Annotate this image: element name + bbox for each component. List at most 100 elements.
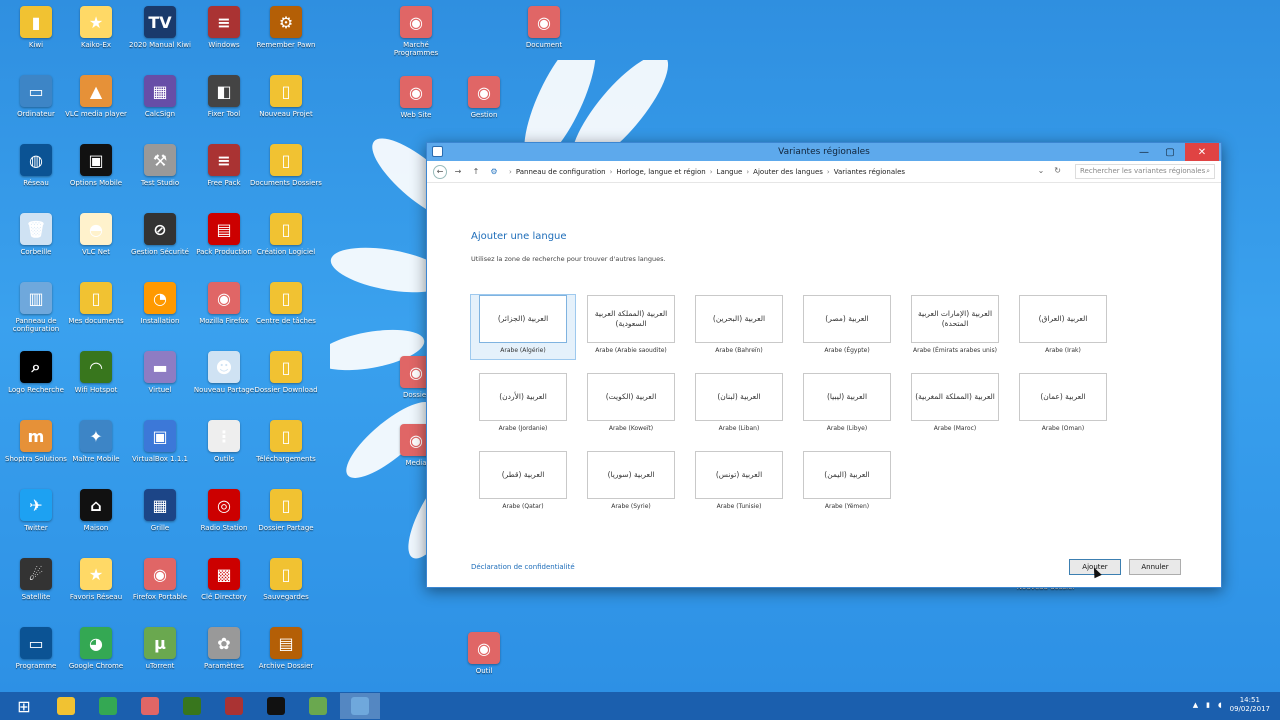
firefox-file-icon: ◉ — [400, 6, 432, 38]
desktop-icon[interactable]: ⚙ Remember Pawn — [250, 6, 322, 72]
desktop-icon-label: Web Site — [400, 111, 432, 119]
volume-icon[interactable]: ◖ — [1218, 701, 1222, 709]
desktop-icon[interactable]: ▯ Dossier Partage — [250, 489, 322, 555]
taskbar-app[interactable] — [298, 693, 338, 719]
desktop-app-icon: ⚒ — [144, 144, 176, 176]
maximize-button[interactable]: ▢ — [1157, 143, 1183, 161]
desktop-icon-label: Centre de tâches — [256, 317, 316, 325]
desktop-icon[interactable]: ◕ Google Chrome — [60, 627, 132, 693]
language-tile[interactable]: العربية (اليمن) Arabe (Yémen) — [795, 451, 899, 515]
desktop-icon[interactable]: ▣ VirtualBox 1.1.1 — [124, 420, 196, 486]
desktop-icon[interactable]: ◉ Marché Programmes — [380, 6, 452, 72]
language-tile[interactable]: العربية (البحرين) Arabe (Bahreïn) — [687, 295, 791, 359]
refresh-icon[interactable]: ↻ — [1054, 166, 1061, 175]
privacy-link[interactable]: Déclaration de confidentialité — [471, 563, 575, 571]
desktop-icon[interactable]: µ uTorrent — [124, 627, 196, 693]
close-button[interactable]: ✕ — [1185, 143, 1219, 161]
desktop-icon[interactable]: ▯ Centre de tâches — [250, 282, 322, 348]
breadcrumb-item[interactable]: Ajouter des langues — [753, 168, 823, 176]
language-tile[interactable]: العربية (المملكة العربية السعودية) Arabe … — [579, 295, 683, 359]
up-arrow-icon[interactable]: ↑ — [469, 165, 483, 179]
desktop-icon[interactable]: ▣ Options Mobile — [60, 144, 132, 210]
desktop-icon[interactable]: ▬ Virtuel — [124, 351, 196, 417]
desktop-icon[interactable]: ◉ Gestion — [448, 76, 520, 142]
breadcrumb-item[interactable]: Variantes régionales — [834, 168, 905, 176]
start-button[interactable]: ⊞ — [4, 693, 44, 719]
taskbar-app[interactable] — [46, 693, 86, 719]
desktop-icon[interactable]: ◉ Firefox Portable — [124, 558, 196, 624]
breadcrumb-item[interactable]: Panneau de configuration — [516, 168, 606, 176]
desktop-app-icon: ▭ — [20, 627, 52, 659]
language-tile[interactable]: العربية (تونس) Arabe (Tunisie) — [687, 451, 791, 515]
chevron-down-icon[interactable]: ⌄ — [1038, 166, 1045, 175]
desktop-icon[interactable]: ▦ CalcSign — [124, 75, 196, 141]
breadcrumb-item[interactable]: Langue — [717, 168, 743, 176]
language-caption: Arabe (Émirats arabes unis) — [913, 347, 997, 354]
clock-date: 09/02/2017 — [1229, 705, 1270, 713]
language-tile[interactable]: العربية (عمان) Arabe (Oman) — [1011, 373, 1115, 437]
language-tile[interactable]: العربية (لبنان) Arabe (Liban) — [687, 373, 791, 437]
desktop-icon-label: VLC media player — [65, 110, 127, 118]
language-native-name: العربية (العراق) — [1019, 295, 1107, 343]
terminal-icon — [267, 697, 285, 715]
desktop-icon-label: Documents Dossiers — [250, 179, 322, 187]
language-tile[interactable]: العربية (الإمارات العربية المتحدة) Arabe … — [903, 295, 1007, 359]
desktop-icon[interactable]: ✦ Maître Mobile — [60, 420, 132, 486]
desktop-icon[interactable]: ▯ Création Logiciel — [250, 213, 322, 279]
breadcrumb-separator-icon: › — [609, 167, 613, 176]
taskbar-app[interactable] — [88, 693, 128, 719]
search-input[interactable]: Rechercher les variantes régionales ⌕ — [1075, 164, 1215, 179]
desktop-icon[interactable]: ▯ Téléchargements — [250, 420, 322, 486]
desktop-icon[interactable]: ▲ VLC media player — [60, 75, 132, 141]
language-tile[interactable]: العربية (الكويت) Arabe (Koweït) — [579, 373, 683, 437]
language-tile[interactable]: العربية (ليبيا) Arabe (Libye) — [795, 373, 899, 437]
desktop-icon-label: Virtuel — [148, 386, 172, 394]
desktop-icon[interactable]: ▤ Archive Dossier — [250, 627, 322, 693]
network-icon[interactable]: ▮ — [1206, 701, 1210, 709]
desktop-icon[interactable]: ◉ Web Site — [380, 76, 452, 142]
desktop-icon[interactable]: Nouveau dossier — [1010, 580, 1082, 646]
language-native-name: العربية (سوريا) — [587, 451, 675, 499]
taskbar-app[interactable] — [256, 693, 296, 719]
desktop-icon[interactable]: ★ Favoris Réseau — [60, 558, 132, 624]
breadcrumb-item[interactable]: Horloge, langue et région — [616, 168, 705, 176]
minimize-button[interactable]: — — [1131, 143, 1157, 161]
taskbar-app[interactable] — [340, 693, 380, 719]
back-arrow-icon[interactable]: ← — [433, 164, 447, 179]
desktop-icon[interactable]: ⚒ Test Studio — [124, 144, 196, 210]
title-bar[interactable]: Variantes régionales — ▢ ✕ — [427, 143, 1221, 161]
language-tile[interactable]: العربية (العراق) Arabe (Irak) — [1011, 295, 1115, 359]
desktop-icon[interactable]: ⌂ Maison — [60, 489, 132, 555]
desktop-icon-label: Google Chrome — [68, 662, 124, 670]
forward-arrow-icon[interactable]: → — [451, 165, 465, 179]
clock[interactable]: 14:51 09/02/2017 — [1230, 696, 1270, 714]
desktop-icon[interactable]: ▯ Dossier Download — [250, 351, 322, 417]
desktop-icon-label: Gestion — [470, 111, 498, 119]
taskbar-app[interactable] — [214, 693, 254, 719]
desktop-icon[interactable]: ◠ Wifi Hotspot — [60, 351, 132, 417]
desktop-icon[interactable]: ◓ VLC Net — [60, 213, 132, 279]
cancel-button[interactable]: Annuler — [1129, 559, 1181, 575]
language-tile[interactable]: العربية (الأردن) Arabe (Jordanie) — [471, 373, 575, 437]
desktop-icon[interactable]: ★ Kaiko-Ex — [60, 6, 132, 72]
taskbar-app[interactable] — [130, 693, 170, 719]
desktop-icon[interactable]: ◉ Outil — [448, 632, 520, 698]
desktop-icon[interactable]: TV 2020 Manual Kiwi — [124, 6, 196, 72]
desktop-app-icon: ◎ — [208, 489, 240, 521]
desktop-icon[interactable]: ▯ Nouveau Projet — [250, 75, 322, 141]
desktop-icon[interactable]: ▦ Grille — [124, 489, 196, 555]
language-tile[interactable]: العربية (الجزائر) Arabe (Algérie) — [470, 294, 576, 360]
language-tile[interactable]: العربية (مصر) Arabe (Égypte) — [795, 295, 899, 359]
desktop-icon[interactable]: ▯ Documents Dossiers — [250, 144, 322, 210]
desktop-icon[interactable]: ◉ Document — [508, 6, 580, 72]
taskbar-app[interactable] — [172, 693, 212, 719]
language-native-name: العربية (اليمن) — [803, 451, 891, 499]
desktop-icon[interactable]: ▯ Mes documents — [60, 282, 132, 348]
desktop-icon[interactable]: ▯ Sauvegardes — [250, 558, 322, 624]
desktop-icon[interactable]: ⊘ Gestion Sécurité — [124, 213, 196, 279]
language-tile[interactable]: العربية (سوريا) Arabe (Syrie) — [579, 451, 683, 515]
desktop-icon[interactable]: ◔ Installation — [124, 282, 196, 348]
tray-arrow-icon[interactable]: ▲ — [1193, 701, 1198, 709]
language-tile[interactable]: العربية (المملكة المغربية) Arabe (Maroc) — [903, 373, 1007, 437]
language-tile[interactable]: العربية (قطر) Arabe (Qatar) — [471, 451, 575, 515]
